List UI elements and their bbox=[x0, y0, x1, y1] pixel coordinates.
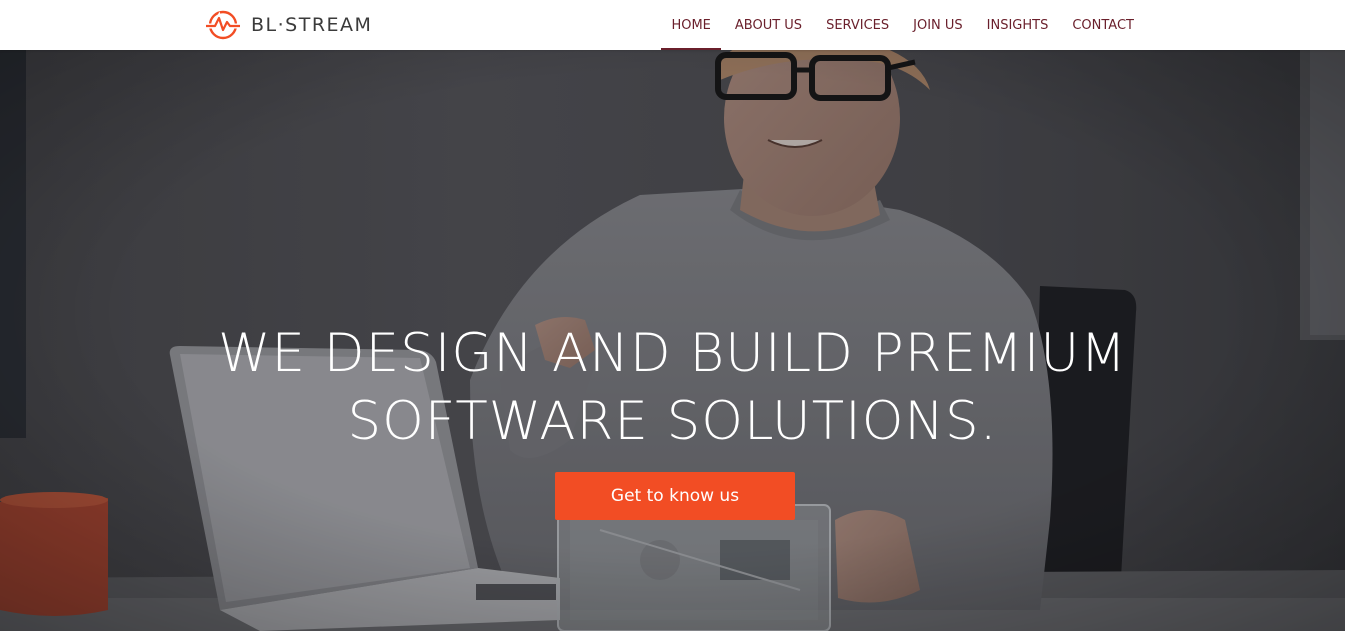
main-nav: HOME ABOUT US SERVICES JOIN US INSIGHTS … bbox=[657, 0, 1144, 50]
logo[interactable]: BL·STREAM bbox=[205, 9, 372, 41]
nav-item-home[interactable]: HOME bbox=[661, 0, 722, 50]
nav-item-about-us[interactable]: ABOUT US bbox=[725, 0, 812, 50]
hero-title: WE DESIGN AND BUILD PREMIUM SOFTWARE SOL… bbox=[0, 320, 1345, 456]
nav-item-services[interactable]: SERVICES bbox=[816, 0, 899, 50]
bl-stream-logo-icon bbox=[206, 10, 240, 40]
nav-item-join-us[interactable]: JOIN US bbox=[903, 0, 973, 50]
site-header: BL·STREAM HOME ABOUT US SERVICES JOIN US… bbox=[0, 0, 1345, 50]
get-to-know-us-button[interactable]: Get to know us bbox=[555, 472, 795, 520]
hero-section: WE DESIGN AND BUILD PREMIUM SOFTWARE SOL… bbox=[0, 50, 1345, 631]
logo-text: BL·STREAM bbox=[251, 14, 373, 36]
nav-item-contact[interactable]: CONTACT bbox=[1062, 0, 1144, 50]
hero-title-line-1: WE DESIGN AND BUILD PREMIUM bbox=[218, 323, 1127, 384]
hero-title-line-2: SOFTWARE SOLUTIONS. bbox=[347, 391, 998, 452]
nav-item-insights[interactable]: INSIGHTS bbox=[977, 0, 1059, 50]
